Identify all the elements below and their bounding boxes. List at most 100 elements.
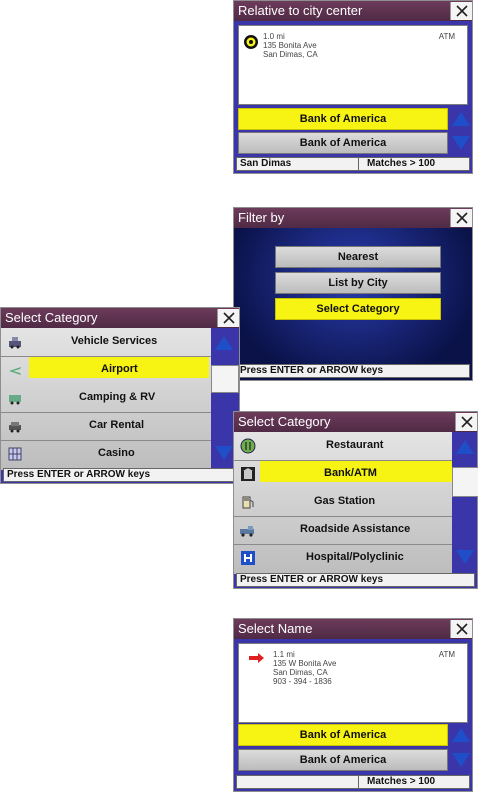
category-item-gas-station[interactable]: Gas Station — [234, 488, 452, 517]
category-label: Hospital/Polyclinic — [306, 551, 404, 563]
address-line-1: 135 W Bonita Ave — [273, 659, 337, 668]
window-title: Select Name — [234, 619, 472, 639]
status-city-empty — [236, 775, 359, 789]
hospital-icon — [241, 551, 255, 565]
result-row-1[interactable]: Bank of America — [238, 108, 448, 130]
distance-text: 1.1 mi — [273, 650, 295, 659]
airplane-icon — [9, 367, 21, 375]
result-row-2[interactable]: Bank of America — [238, 749, 448, 771]
window-title: Select Category — [234, 412, 477, 432]
category-item-camping-rv[interactable]: Camping & RV — [1, 384, 211, 413]
close-button[interactable] — [450, 620, 472, 638]
category-item-roadside-assistance[interactable]: Roadside Assistance — [234, 516, 452, 545]
window-title: Select Category — [1, 308, 239, 328]
arrow-up-icon — [452, 112, 470, 126]
category-label: Camping & RV — [79, 391, 156, 403]
filter-select-category-button[interactable]: Select Category — [275, 298, 441, 320]
scrollbar-thumb[interactable] — [211, 365, 239, 393]
result-label: Bank of America — [299, 729, 387, 741]
option-label: Nearest — [337, 251, 379, 263]
arrow-down-icon — [452, 753, 470, 767]
close-button[interactable] — [450, 209, 472, 227]
location-details: 1.1 mi 135 W Bonita Ave San Dimas, CA 90… — [238, 643, 468, 723]
result-label: Bank of America — [299, 113, 387, 125]
close-icon — [222, 312, 235, 324]
filter-by-window: Filter by Nearest List by City Select Ca… — [233, 207, 473, 381]
car-rental-icon — [9, 422, 21, 433]
red-arrow-icon — [249, 653, 264, 663]
category-label: Car Rental — [89, 419, 145, 431]
result-label: Bank of America — [299, 754, 387, 766]
result-row-1[interactable]: Bank of America — [238, 724, 448, 746]
scroll-down-button[interactable] — [450, 132, 472, 154]
close-button[interactable] — [217, 309, 239, 327]
result-row-2[interactable]: Bank of America — [238, 132, 448, 154]
camper-icon — [9, 395, 21, 405]
scroll-up-button[interactable] — [450, 108, 472, 130]
category-item-bank-atm[interactable]: Bank/ATM — [234, 460, 452, 488]
poi-type: ATM — [438, 32, 455, 41]
filter-list-by-city-button[interactable]: List by City — [275, 272, 441, 294]
category-item-car-rental[interactable]: Car Rental — [1, 412, 211, 441]
close-button[interactable] — [450, 2, 472, 20]
scroll-up-button[interactable] — [450, 724, 472, 746]
scroll-up-button[interactable] — [454, 436, 476, 458]
arrow-down-icon — [456, 550, 474, 564]
status-hint: Press ENTER or ARROW keys — [3, 468, 237, 482]
location-details: 1.0 mi 135 Bonita Ave San Dimas, CA ATM — [238, 25, 468, 105]
window-title: Relative to city center — [234, 1, 472, 21]
gas-pump-icon — [242, 496, 254, 509]
scroll-down-button[interactable] — [450, 749, 472, 771]
phone-number: 903 - 394 - 1836 — [273, 677, 332, 686]
close-button[interactable] — [455, 413, 477, 431]
option-label: Select Category — [316, 303, 400, 315]
poi-marker-icon — [244, 35, 258, 49]
category-label: Restaurant — [326, 439, 384, 451]
status-matches: Matches > 100 — [358, 775, 470, 789]
address-line-2: San Dimas, CA — [263, 50, 318, 59]
arrow-down-icon — [215, 446, 233, 460]
result-label: Bank of America — [299, 137, 387, 149]
scroll-up-button[interactable] — [213, 332, 235, 354]
category-item-casino[interactable]: Casino — [1, 440, 211, 468]
category-label: Roadside Assistance — [300, 523, 411, 535]
category-item-restaurant[interactable]: Restaurant — [234, 432, 452, 461]
status-hint: Press ENTER or ARROW keys — [236, 573, 475, 587]
close-icon — [455, 212, 468, 224]
scrollbar-thumb[interactable] — [452, 467, 478, 497]
relative-to-city-window: Relative to city center 1.0 mi 135 Bonit… — [233, 0, 473, 174]
close-icon — [460, 416, 473, 428]
poi-type: ATM — [438, 650, 455, 659]
category-label: Bank/ATM — [324, 467, 377, 479]
select-category-window-left: Select Category Vehicle Services Airport… — [0, 307, 240, 484]
category-label: Airport — [101, 363, 138, 375]
status-matches: Matches > 100 — [358, 157, 470, 171]
address-line-1: 135 Bonita Ave — [263, 41, 317, 50]
category-item-hospital[interactable]: Hospital/Polyclinic — [234, 544, 452, 572]
scroll-down-button[interactable] — [454, 546, 476, 568]
close-icon — [455, 623, 468, 635]
close-icon — [455, 5, 468, 17]
select-name-window: Select Name 1.1 mi 135 W Bonita Ave San … — [233, 618, 473, 792]
category-item-vehicle-services[interactable]: Vehicle Services — [1, 328, 211, 357]
window-title: Filter by — [234, 208, 472, 228]
restaurant-icon — [240, 438, 256, 454]
category-label: Gas Station — [314, 495, 376, 507]
scroll-down-button[interactable] — [213, 442, 235, 464]
arrow-up-icon — [452, 728, 470, 742]
category-item-airport[interactable]: Airport — [1, 356, 211, 384]
category-label: Vehicle Services — [71, 335, 158, 347]
car-service-icon — [9, 337, 21, 349]
tow-truck-icon — [240, 526, 254, 537]
status-city: San Dimas — [236, 157, 359, 171]
arrow-down-icon — [452, 136, 470, 150]
arrow-up-icon — [456, 440, 474, 454]
arrow-up-icon — [215, 336, 233, 350]
select-category-window-right: Select Category Restaurant Bank/ATM Gas … — [233, 411, 478, 589]
address-line-2: San Dimas, CA — [273, 668, 328, 677]
status-hint: Press ENTER or ARROW keys — [236, 364, 470, 378]
category-label: Casino — [98, 447, 135, 459]
bank-icon — [241, 467, 255, 481]
filter-nearest-button[interactable]: Nearest — [275, 246, 441, 268]
distance-text: 1.0 mi — [263, 32, 285, 41]
